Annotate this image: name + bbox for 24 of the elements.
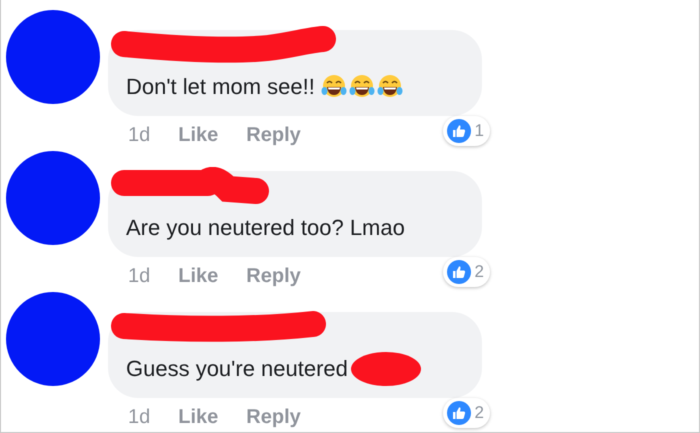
laughing-emoji-icon	[348, 74, 375, 100]
reaction-badge[interactable]: 2	[442, 398, 490, 428]
reply-link[interactable]: Reply	[246, 265, 301, 288]
reply-link[interactable]: Reply	[246, 124, 301, 147]
like-link[interactable]: Like	[178, 406, 218, 429]
thumbs-up-icon	[446, 401, 471, 425]
reaction-count: 2	[474, 403, 484, 423]
reaction-badge[interactable]: 1	[442, 116, 490, 146]
comment-time[interactable]: 1d	[128, 406, 150, 429]
like-link[interactable]: Like	[178, 124, 218, 147]
laughing-emoji-icon	[376, 74, 403, 100]
comment-text: Guess you're neutered	[126, 356, 348, 382]
laughing-emoji-icon	[320, 74, 347, 100]
reaction-count: 2	[474, 262, 484, 282]
comment-time[interactable]: 1d	[128, 265, 150, 288]
like-link[interactable]: Like	[178, 265, 218, 288]
reply-link[interactable]: Reply	[246, 406, 301, 429]
reaction-count: 1	[474, 121, 484, 141]
comment-time[interactable]: 1d	[128, 124, 150, 147]
thumbs-up-icon	[446, 260, 471, 284]
reaction-badge[interactable]: 2	[442, 257, 490, 287]
comment-text: Don't let mom see!!	[126, 74, 315, 100]
comment-text: Are you neutered too? Lmao	[126, 215, 405, 241]
thumbs-up-icon	[446, 119, 471, 143]
